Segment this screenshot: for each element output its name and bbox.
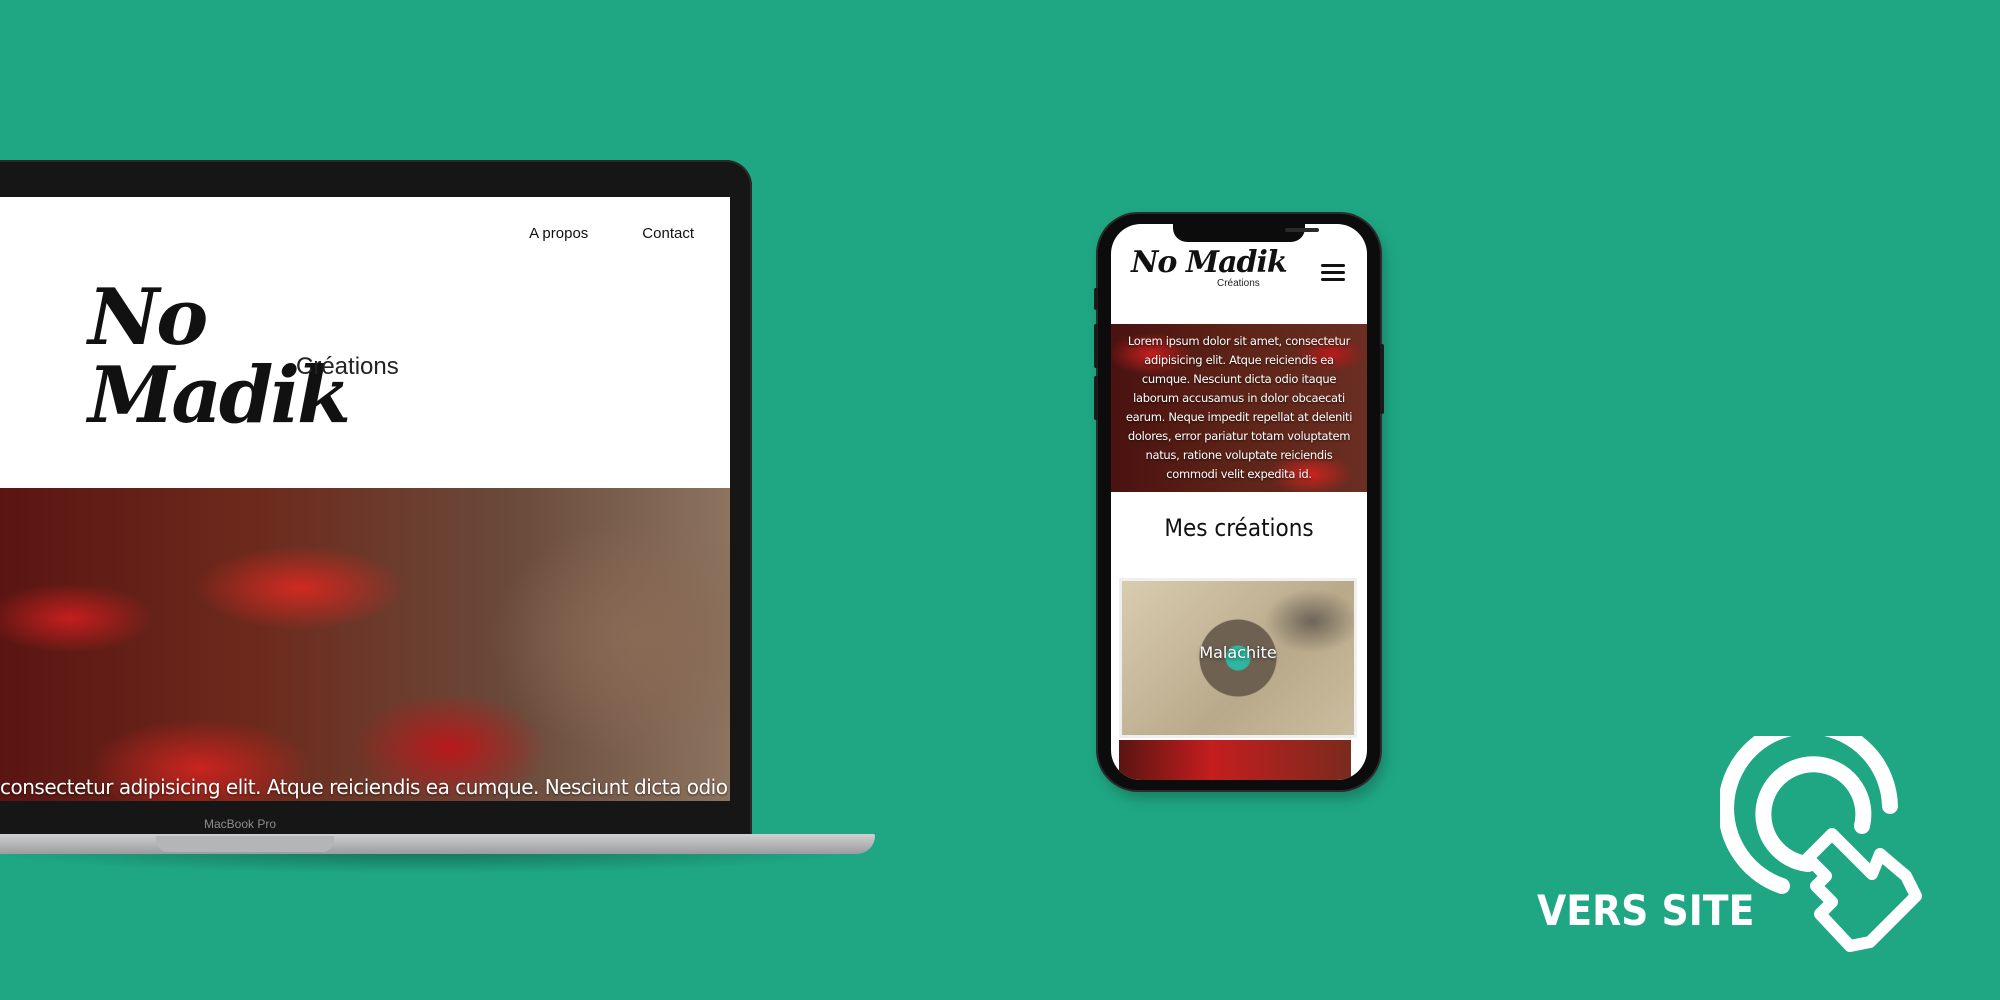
hero-banner: consectetur adipisicing elit. Atque reic… — [0, 488, 730, 801]
logo-subtitle: Créations — [296, 353, 399, 380]
menu-icon[interactable] — [1321, 264, 1345, 285]
phone-frame: No Madik Créations Lorem ipsum dolor sit… — [1094, 214, 1384, 790]
site-logo[interactable]: No Madik Créations — [88, 279, 408, 435]
speaker-icon — [1285, 228, 1319, 232]
laptop-hinge-notch — [156, 836, 334, 852]
phone-mute-switch — [1094, 288, 1098, 310]
hero-text: consectetur adipisicing elit. Atque reic… — [0, 775, 730, 799]
phone-volume-up — [1094, 324, 1098, 368]
creation-card-label: Malachite — [1199, 643, 1277, 662]
phone-volume-down — [1094, 376, 1098, 420]
creation-card[interactable]: Malachite — [1119, 578, 1357, 738]
laptop-base — [0, 834, 875, 854]
laptop-shadow — [0, 852, 860, 874]
phone-site-logo[interactable]: No Madik — [1131, 248, 1288, 278]
laptop-model-label: MacBook Pro — [204, 817, 277, 831]
nav-link-about[interactable]: A propos — [529, 225, 588, 242]
creation-card[interactable] — [1119, 740, 1351, 780]
nav-link-contact[interactable]: Contact — [642, 225, 694, 242]
phone-hero-banner: Lorem ipsum dolor sit amet, consectetur … — [1111, 324, 1367, 492]
phone-hero-text: Lorem ipsum dolor sit amet, consectetur … — [1125, 334, 1353, 481]
phone-logo-subtitle: Créations — [1217, 278, 1260, 289]
laptop-screen: A propos Contact No Madik Créations cons… — [0, 197, 730, 801]
phone-screen: No Madik Créations Lorem ipsum dolor sit… — [1111, 224, 1367, 780]
top-nav: A propos Contact — [529, 225, 694, 242]
section-heading: Mes créations — [1164, 514, 1314, 542]
tap-pointer-icon[interactable] — [1720, 736, 1950, 966]
phone-power-button — [1380, 344, 1384, 414]
phone-notch — [1173, 224, 1319, 242]
